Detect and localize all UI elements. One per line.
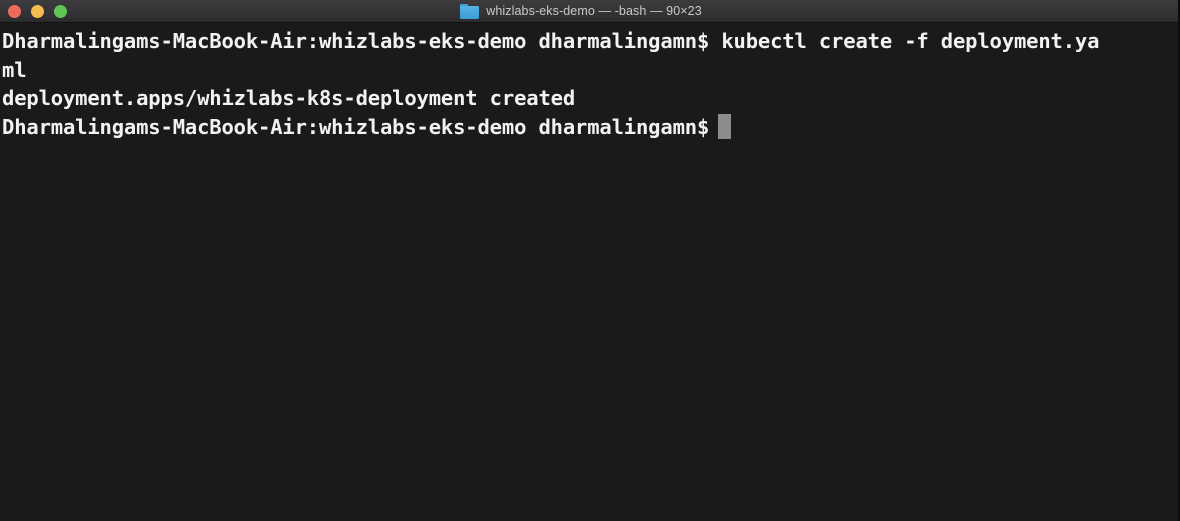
- zoom-button[interactable]: [54, 4, 67, 18]
- terminal-line-command-wrap: ml: [2, 57, 27, 82]
- close-button[interactable]: [8, 4, 21, 18]
- terminal-window[interactable]: whizlabs-eks-demo — -bash — 90×23 Dharma…: [0, 0, 1180, 521]
- terminal-line-output: deployment.apps/whizlabs-k8s-deployment …: [2, 86, 576, 110]
- terminal-prompt-text: Dharmalingams-MacBook-Air:whizlabs-eks-d…: [2, 114, 710, 139]
- folder-icon-body: [460, 6, 480, 19]
- block-cursor: [718, 114, 732, 140]
- terminal-line-command: Dharmalingams-MacBook-Air:whizlabs-eks-d…: [2, 29, 1100, 53]
- folder-icon: [460, 3, 480, 19]
- window-title-bar[interactable]: whizlabs-eks-demo — -bash — 90×23: [0, 0, 1178, 23]
- window-title: whizlabs-eks-demo — -bash — 90×23: [486, 4, 702, 18]
- window-title-group: whizlabs-eks-demo — -bash — 90×23: [460, 3, 702, 19]
- minimize-button[interactable]: [31, 4, 44, 18]
- terminal-line-prompt: Dharmalingams-MacBook-Air:whizlabs-eks-d…: [2, 113, 1178, 142]
- window-controls[interactable]: [8, 0, 67, 22]
- terminal-output-area[interactable]: Dharmalingams-MacBook-Air:whizlabs-eks-d…: [0, 23, 1178, 521]
